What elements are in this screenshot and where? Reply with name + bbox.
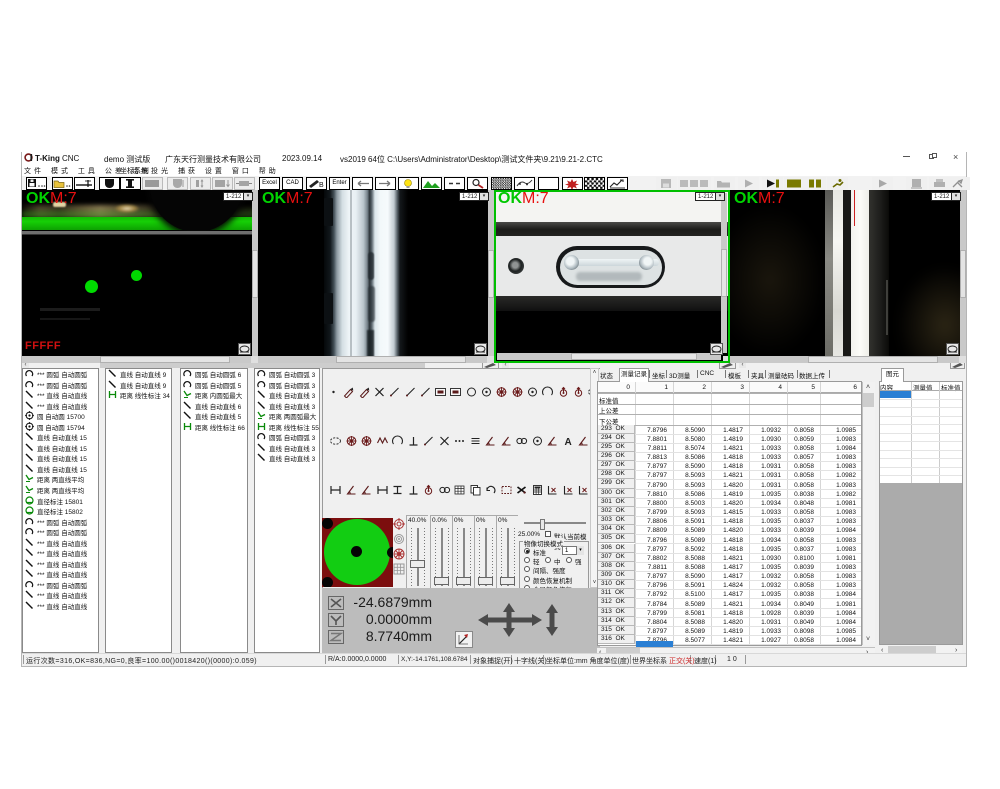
svg-text:B: B: [319, 182, 324, 189]
